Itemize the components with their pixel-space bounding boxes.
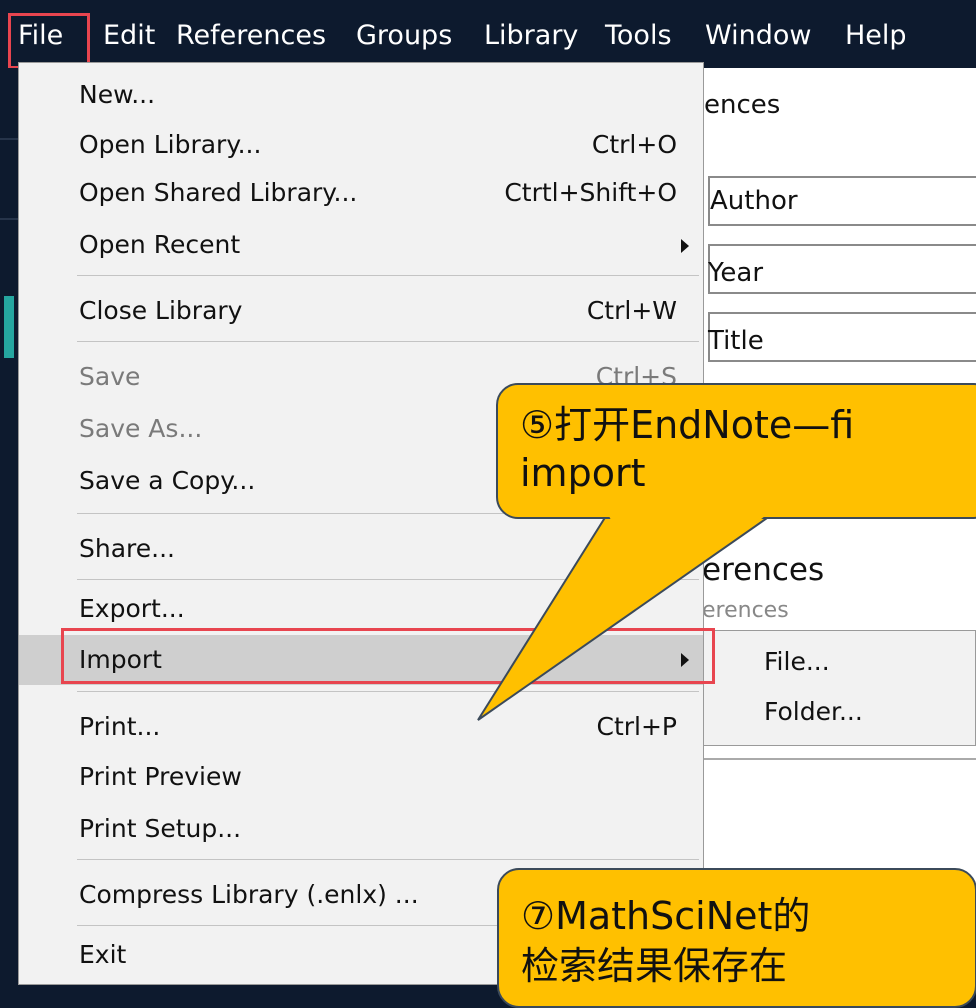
menu-separator [77, 859, 699, 860]
menu-item-label: Save As... [79, 414, 203, 443]
menu-item-label: Open Shared Library... [79, 178, 358, 207]
menu-separator [77, 275, 699, 276]
callout-step7-line2: 检索结果保存在 [521, 944, 788, 988]
menu-item-shortcut: Ctrl+W [586, 296, 677, 325]
menu-item-label: Close Library [79, 296, 243, 325]
menu-item-export[interactable]: Export... [19, 587, 703, 631]
menu-item-print-setup[interactable]: Print Setup... [19, 807, 703, 851]
strip-divider [0, 138, 18, 140]
file-menu: New... Open Library... Ctrl+O Open Share… [18, 62, 704, 985]
year-field-label: Year [708, 258, 764, 288]
menu-separator [77, 579, 699, 580]
submenu-item-file[interactable]: File... [764, 647, 830, 676]
menu-item-label: Save a Copy... [79, 466, 256, 495]
menu-item-label: Print Setup... [79, 814, 242, 843]
menu-groups[interactable]: Groups [356, 20, 452, 52]
menu-item-open-library[interactable]: Open Library... Ctrl+O [19, 123, 703, 167]
background-window: ences Author Year Title erences erences [702, 68, 976, 985]
callout-step7-line1: ⑦MathSciNet的 [521, 894, 811, 938]
menu-item-label: Compress Library (.enlx) ... [79, 880, 419, 909]
selected-group-indicator [4, 296, 14, 358]
references-subheading: erences [702, 598, 789, 623]
callout-step5-line1: ⑤打开EndNote—fi [520, 403, 855, 447]
menu-item-label: Print... [79, 712, 161, 741]
menu-item-shortcut: Ctrl+P [596, 712, 677, 741]
table-border [702, 758, 976, 760]
menu-edit[interactable]: Edit [103, 20, 155, 52]
menu-separator [77, 341, 699, 342]
menu-item-shortcut: Ctrtl+Shift+O [504, 178, 677, 207]
menu-help[interactable]: Help [845, 20, 907, 52]
menu-item-share[interactable]: Share... [19, 527, 703, 571]
author-field-label: Author [710, 186, 798, 216]
menu-item-print-preview[interactable]: Print Preview [19, 755, 703, 799]
menu-references[interactable]: References [176, 20, 326, 52]
menu-item-label: Open Recent [79, 230, 241, 259]
import-highlight-box [61, 628, 715, 684]
menu-item-label: Export... [79, 594, 185, 623]
title-field-label: Title [708, 326, 764, 356]
menu-separator [77, 691, 699, 692]
strip-divider [0, 218, 18, 220]
menu-item-shortcut: Ctrl+O [591, 130, 677, 159]
menu-bar: File Edit References Groups Library Tool… [0, 0, 976, 69]
menu-item-new[interactable]: New... [19, 73, 703, 117]
menu-item-label: New... [79, 80, 156, 109]
callout-step5-line2: import [520, 451, 646, 495]
menu-item-label: Print Preview [79, 762, 242, 791]
submenu-item-folder[interactable]: Folder... [764, 697, 863, 726]
file-menu-highlight-box [8, 13, 90, 69]
references-heading: erences [702, 552, 825, 588]
menu-item-label: Share... [79, 534, 175, 563]
menu-item-open-recent[interactable]: Open Recent [19, 223, 703, 267]
menu-item-close-library[interactable]: Close Library Ctrl+W [19, 289, 703, 333]
menu-library[interactable]: Library [484, 20, 578, 52]
import-submenu: File... Folder... [703, 630, 976, 746]
submenu-arrow-icon [681, 239, 689, 253]
menu-tools[interactable]: Tools [605, 20, 672, 52]
menu-item-print[interactable]: Print... Ctrl+P [19, 705, 703, 749]
left-panel-strip [0, 68, 18, 985]
menu-item-label: Exit [79, 940, 127, 969]
menu-item-label: Save [79, 362, 141, 391]
callout-step5: ⑤打开EndNote—fi import [496, 383, 976, 519]
menu-window[interactable]: Window [705, 20, 811, 52]
menu-item-open-shared-library[interactable]: Open Shared Library... Ctrtl+Shift+O [19, 171, 703, 215]
callout-step7: ⑦MathSciNet的 检索结果保存在 [497, 868, 976, 1008]
panel-heading: ences [704, 90, 781, 120]
menu-item-label: Open Library... [79, 130, 262, 159]
